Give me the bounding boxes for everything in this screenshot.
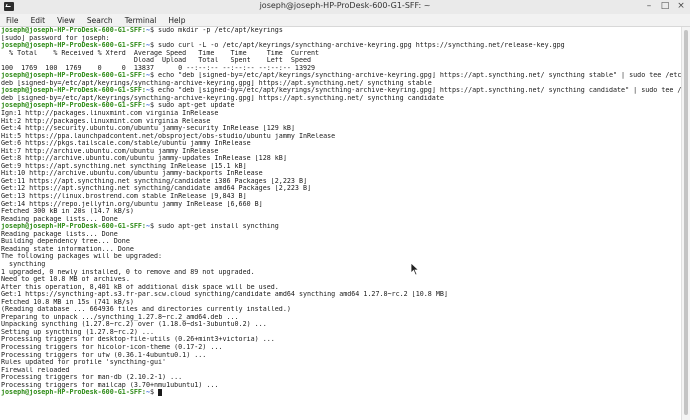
output-line: Need to get 10.8 MB of archives. [1,276,130,284]
output-line: syncthing [1,260,46,268]
command-line: joseph@joseph-HP-ProDesk-600-G1-SFF:~$ s… [1,102,235,110]
output-line: Hit:7 http://archive.ubuntu.com/ubuntu j… [1,147,219,155]
output-line: Rules updated for profile 'syncthing-gui… [1,359,167,367]
output-line: Get:6 https://pkgs.tailscale.com/stable/… [1,140,251,148]
output-line: Fetched 10.8 MB in 15s (741 kB/s) [1,298,134,306]
output-line: Reading package lists... Done [1,230,118,238]
menu-view[interactable]: View [51,14,81,26]
output-line: 1 upgraded, 0 newly installed, 0 to remo… [1,268,255,276]
output-line: Get:4 http://security.ubuntu.com/ubuntu … [1,125,295,133]
output-line: Processing triggers for ufw (0.36.1-4ubu… [1,351,207,359]
command-text: sudo apt-get install syncthing [158,223,279,231]
command-line: joseph@joseph-HP-ProDesk-600-G1-SFF:~$ s… [1,27,283,34]
output-line: Processing triggers for hicolor-icon-the… [1,343,223,351]
output-line: Get:1 https://syncthing-apt.s3.fr-par.sc… [1,291,448,299]
output-line: Setting up syncthing (1.27.8~rc.2) ... [1,328,154,336]
command-line: joseph@joseph-HP-ProDesk-600-G1-SFF:~$ s… [1,223,279,231]
menu-edit[interactable]: Edit [25,14,52,26]
output-line: Processing triggers for mailcap (3.70+nm… [1,381,219,389]
output-line: Reading state information... Done [1,245,134,253]
scrollbar-thumb[interactable] [684,30,688,415]
command-line: joseph@joseph-HP-ProDesk-600-G1-SFF:~$ e… [1,72,682,80]
output-line: After this operation, 8,401 kB of additi… [1,283,279,291]
output-line: Hit:5 https://ppa.launchpadcontent.net/o… [1,132,336,140]
window-title: joseph@joseph-HP-ProDesk-600-G1-SFF: ~ [259,1,431,10]
output-line: deb [signed-by=/etc/apt/keyrings/syncthi… [1,94,444,102]
command-text: echo "deb [signed-by=/etc/apt/keyrings/s… [158,72,682,80]
command-line: joseph@joseph-HP-ProDesk-600-G1-SFF:~$ [1,389,682,397]
text-cursor [158,389,163,397]
output-line: Hit:10 http://archive.ubuntu.com/ubuntu … [1,170,263,178]
output-line: Reading package lists... Done [1,215,118,223]
menu-search[interactable]: Search [81,14,119,26]
prompt-user: joseph@joseph-HP-ProDesk-600-G1-SFF [1,87,142,95]
output-line: Building dependency tree... Done [1,238,130,246]
output-line: deb [signed-by=/etc/apt/keyrings/syncthi… [1,79,432,87]
scrollbar[interactable] [681,27,690,420]
menu-terminal[interactable]: Terminal [119,14,163,26]
command-line: joseph@joseph-HP-ProDesk-600-G1-SFF:~$ s… [1,42,565,50]
minimize-icon[interactable]: – [644,1,654,12]
output-line: Get:12 https://apt.syncthing.net syncthi… [1,185,312,193]
menu-file[interactable]: File [0,14,25,26]
prompt-user: joseph@joseph-HP-ProDesk-600-G1-SFF [1,389,142,397]
output-line: Firewall reloaded [1,366,70,374]
close-icon[interactable]: × [676,1,686,12]
menu-help[interactable]: Help [162,14,191,26]
prompt-user: joseph@joseph-HP-ProDesk-600-G1-SFF [1,27,142,34]
output-line: Get:9 https://apt.syncthing.net syncthin… [1,162,247,170]
command-line: joseph@joseph-HP-ProDesk-600-G1-SFF:~$ e… [1,87,682,95]
output-line: % Total % Received % Xferd Average Speed… [1,49,320,57]
menu-bar: File Edit View Search Terminal Help [0,14,690,27]
command-text: sudo curl -L -o /etc/apt/keyrings/syncth… [158,42,565,50]
command-text: sudo mkdir -p /etc/apt/keyrings [158,27,283,34]
output-line: The following packages will be upgraded: [1,253,163,261]
window-controls: – □ × [644,1,686,12]
output-line: Fetched 300 kB in 20s (14.7 kB/s) [1,208,134,216]
output-line: (Reading database ... 664936 files and d… [1,306,291,314]
output-line: Get:11 https://apt.syncthing.net syncthi… [1,177,307,185]
prompt-user: joseph@joseph-HP-ProDesk-600-G1-SFF [1,102,142,110]
output-line: 100 1769 100 1769 0 0 13837 0 --:--:-- -… [1,64,316,72]
output-line: Processing triggers for desktop-file-uti… [1,336,275,344]
output-line: [sudo] password for joseph: [1,34,110,42]
output-line: Get:8 http://archive.ubuntu.com/ubuntu j… [1,155,287,163]
terminal-output[interactable]: joseph@joseph-HP-ProDesk-600-G1-SFF:~$ s… [0,27,682,420]
output-line: Get:14 https://repo.jellyfin.org/ubuntu … [1,200,263,208]
output-line: Get:13 https://linux.brostrend.com stabl… [1,193,247,201]
maximize-icon[interactable]: □ [660,1,670,12]
output-line: Dload Upload Total Spent Left Speed [1,57,312,65]
prompt-user: joseph@joseph-HP-ProDesk-600-G1-SFF [1,42,142,50]
command-text: echo "deb [signed-by=/etc/apt/keyrings/s… [158,87,682,95]
terminal-window: joseph@joseph-HP-ProDesk-600-G1-SFF: ~ –… [0,0,690,420]
output-line: Hit:2 http://packages.linuxmint.com virg… [1,117,211,125]
output-line: Processing triggers for man-db (2.10.2-1… [1,374,183,382]
output-line: Unpacking syncthing (1.27.8~rc.2) over (… [1,321,267,329]
output-line: Preparing to unpack .../syncthing_1.27.8… [1,313,239,321]
title-bar[interactable]: joseph@joseph-HP-ProDesk-600-G1-SFF: ~ –… [0,0,690,15]
output-line: Ign:1 http://packages.linuxmint.com virg… [1,110,219,118]
prompt-user: joseph@joseph-HP-ProDesk-600-G1-SFF [1,72,142,80]
command-text: sudo apt-get update [158,102,235,110]
prompt-user: joseph@joseph-HP-ProDesk-600-G1-SFF [1,223,142,231]
